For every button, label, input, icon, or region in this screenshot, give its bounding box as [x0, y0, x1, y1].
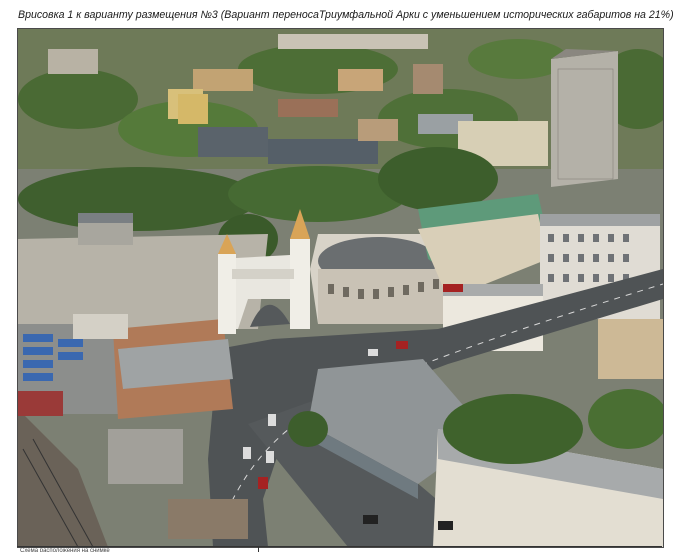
aerial-photo — [17, 28, 664, 548]
table-fragment-text: Схема расположения на снимке — [20, 548, 110, 552]
table-cell-divider — [258, 546, 259, 552]
high-rise-building — [551, 49, 618, 187]
figure-caption: Врисовка 1 к варианту размещения №3 (Вар… — [18, 9, 674, 21]
